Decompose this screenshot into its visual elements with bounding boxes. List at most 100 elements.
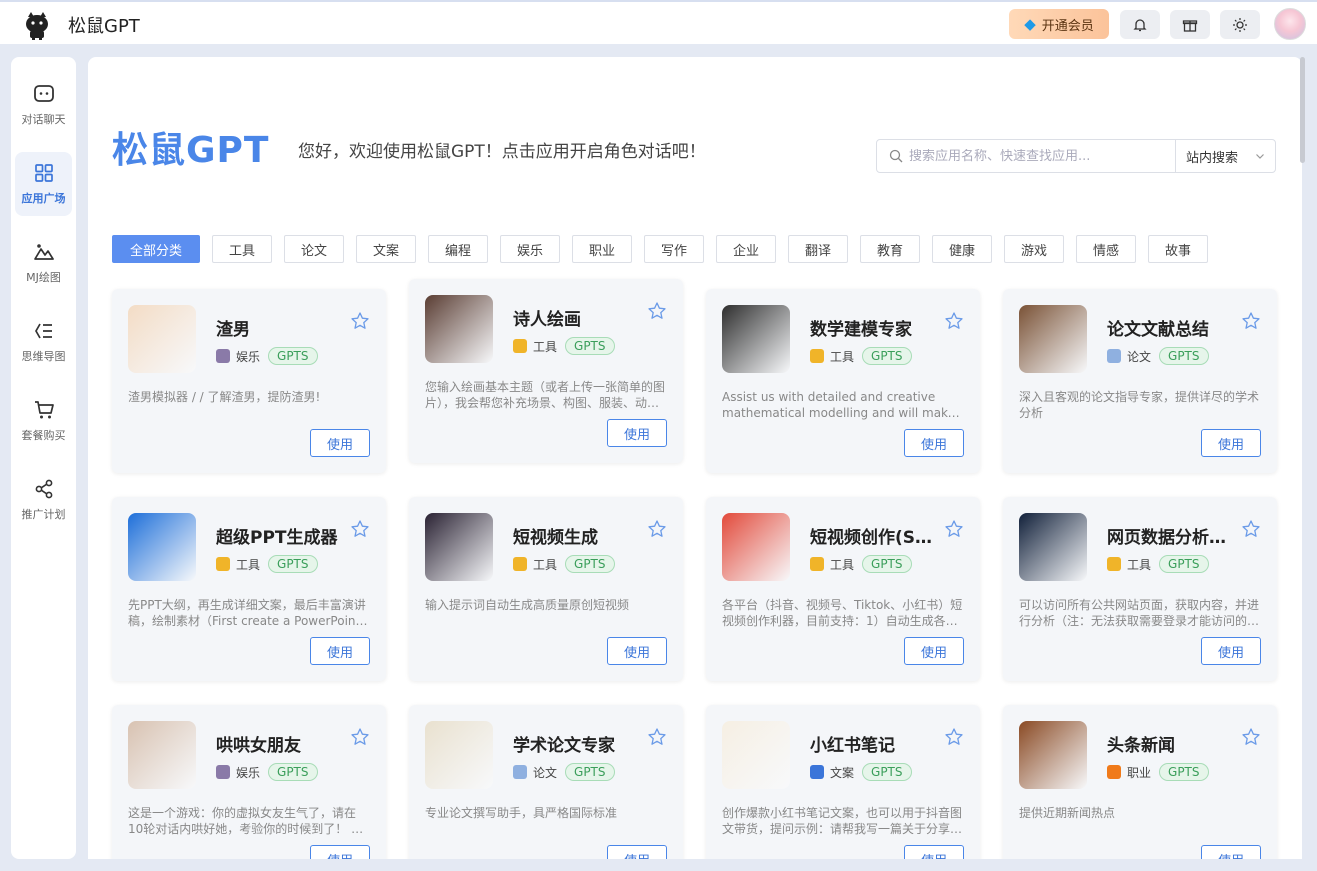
use-button[interactable]: 使用 [1201,637,1261,665]
favorite-star-icon[interactable] [1241,519,1261,539]
favorite-star-icon[interactable] [647,519,667,539]
gpts-badge: GPTS [565,337,615,355]
use-button[interactable]: 使用 [904,429,964,457]
app-title: 哄哄女朋友 [216,736,301,756]
app-card[interactable]: 头条新闻职业 GPTS 提供近期新闻热点使用 [1003,705,1277,859]
chevron-down-icon [1256,154,1264,159]
category-tab[interactable]: 故事 [1148,235,1208,263]
gpts-badge: GPTS [1159,555,1209,573]
category-icon [513,765,527,779]
app-card[interactable]: 小红书笔记 文案 GPTS 创作爆款小红书笔记文案，也可以用于抖音图文带货，提问示例：… [706,705,980,859]
app-thumbnail [128,721,196,789]
app-category: 论文 [1127,349,1152,364]
user-avatar[interactable] [1274,8,1306,40]
squirrel-logo-icon[interactable] [20,7,54,41]
app-card[interactable]: 渣男 娱乐 GPTS 渣男模拟器 / / 了解渣男，提防渣男! 使用 [112,289,386,473]
category-tab[interactable]: 教育 [860,235,920,263]
brand-name: 松鼠GPT [68,16,140,37]
sidebar-item-mindmap[interactable]: 思维导图 [15,310,72,374]
category-tab[interactable]: 论文 [284,235,344,263]
search-input[interactable] [909,148,1169,164]
use-button[interactable]: 使用 [607,419,667,447]
category-tab[interactable]: 情感 [1076,235,1136,263]
app-card[interactable]: 超级PPT生成器 工具 GPTS 先PPT大纲，再生成详细文案，最后丰富演讲稿，绘制素… [112,497,386,681]
favorite-star-icon[interactable] [1241,727,1261,747]
app-description: 可以访问所有公共网站页面，获取内容，并进行分析（注：无法获取需要登录才能访问的页… [1019,598,1260,628]
app-card[interactable]: 哄哄女朋友 娱乐 GPTS 这是一个游戏：你的虚拟女友生气了，请在10轮对话内哄好她，… [112,705,386,859]
sidebar-item-app-square[interactable]: 应用广场 [15,152,72,216]
sidebar-item-promotion[interactable]: 推广计划 [15,468,72,532]
favorite-star-icon[interactable] [944,519,964,539]
app-card[interactable]: 网页数据分析专家 工具 GPTS 可以访问所有公共网站页面，获取内容，并进行分析（注：… [1003,497,1277,681]
sidebar-item-chat[interactable]: 对话聊天 [15,73,72,137]
sidebar-item-mj-draw[interactable]: MJ绘图 [15,231,72,295]
gpts-badge: GPTS [862,347,912,365]
sidebar-item-packages[interactable]: 套餐购买 [15,389,72,453]
category-tab[interactable]: 职业 [572,235,632,263]
scrollbar[interactable] [1300,57,1305,163]
favorite-star-icon[interactable] [350,727,370,747]
notification-button[interactable] [1120,10,1160,39]
use-button[interactable]: 使用 [1201,845,1261,859]
category-tab[interactable]: 写作 [644,235,704,263]
category-tab[interactable]: 编程 [428,235,488,263]
use-button[interactable]: 使用 [904,845,964,859]
sun-icon [1233,17,1247,32]
app-category: 工具 [533,339,558,354]
favorite-star-icon[interactable] [350,519,370,539]
category-tab[interactable]: 游戏 [1004,235,1064,263]
app-card[interactable]: 论文文献总结 论文 GPTS 深入且客观的论文指导专家，提供详尽的学术分析 使用 [1003,289,1277,473]
search-scope-select[interactable]: 站内搜索 [1175,140,1275,172]
category-icon [513,557,527,571]
theme-toggle-button[interactable] [1220,10,1260,39]
category-tab[interactable]: 工具 [212,235,272,263]
favorite-star-icon[interactable] [647,301,667,321]
use-button[interactable]: 使用 [607,637,667,665]
category-tab[interactable]: 健康 [932,235,992,263]
gpts-badge: GPTS [268,555,318,573]
use-button[interactable]: 使用 [310,637,370,665]
app-card[interactable]: 诗人绘画 工具 GPTS 您输入绘画基本主题（或者上传一张简单的图片），我会帮您补充场… [409,279,683,463]
favorite-star-icon[interactable] [350,311,370,331]
favorite-star-icon[interactable] [944,311,964,331]
gpts-badge: GPTS [1159,763,1209,781]
app-square-panel: 松鼠GPT 您好，欢迎使用松鼠GPT！点击应用开启角色对话吧！ 站内搜索 全部分… [88,57,1302,859]
category-tab-all[interactable]: 全部分类 [112,235,200,263]
category-icon [216,765,230,779]
sidebar-item-label: 推广计划 [21,508,66,521]
app-description: 渣男模拟器 / / 了解渣男，提防渣男! [128,390,321,404]
category-icon [810,765,824,779]
app-category: 工具 [1127,557,1152,572]
gpts-badge: GPTS [1159,347,1209,365]
category-tab[interactable]: 娱乐 [500,235,560,263]
mindmap-icon [34,323,52,339]
favorite-star-icon[interactable] [1241,311,1261,331]
vip-button[interactable]: ◆ 开通会员 [1009,9,1109,39]
app-description: 您输入绘画基本主题（或者上传一张简单的图片），我会帮您补充场景、构图、服装、动作… [425,380,666,410]
app-meta: 职业 GPTS [1107,763,1209,781]
app-title: 头条新闻 [1107,736,1175,756]
category-tab[interactable]: 企业 [716,235,776,263]
use-button[interactable]: 使用 [310,429,370,457]
welcome-text: 您好，欢迎使用松鼠GPT！点击应用开启角色对话吧！ [298,142,706,162]
app-description: 专业论文撰写助手，具严格国际标准 [425,806,618,820]
favorite-star-icon[interactable] [647,727,667,747]
sidebar-item-label: 思维导图 [21,350,66,363]
use-button[interactable]: 使用 [310,845,370,859]
app-category: 娱乐 [236,349,261,364]
app-card[interactable]: 短视频生成 工具 GPTS 输入提示词自动生成高质量原创短视频 使用 [409,497,683,681]
app-title: 数学建模专家 [810,320,912,340]
app-card[interactable]: 学术论文专家论文 GPTS 专业论文撰写助手，具严格国际标准使用 [409,705,683,859]
sidebar: 对话聊天 应用广场 MJ绘图 思维导图 套餐购买 推广计划 [11,57,76,859]
category-tab[interactable]: 翻译 [788,235,848,263]
use-button[interactable]: 使用 [904,637,964,665]
favorite-star-icon[interactable] [944,727,964,747]
gift-button[interactable] [1170,10,1210,39]
use-button[interactable]: 使用 [607,845,667,859]
app-thumbnail [425,721,493,789]
app-card[interactable]: 数学建模专家 工具 GPTS Assist us with detailed and … [706,289,980,473]
use-button[interactable]: 使用 [1201,429,1261,457]
chat-icon [33,85,54,102]
category-tab[interactable]: 文案 [356,235,416,263]
app-card[interactable]: 短视频创作(Shorts) 工具 GPTS 各平台（抖音、视频号、Tiktok、小红书… [706,497,980,681]
